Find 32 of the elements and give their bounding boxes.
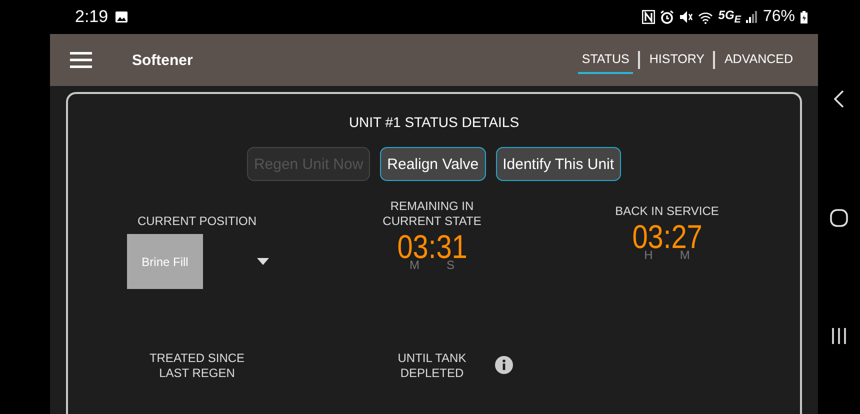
- home-icon[interactable]: [830, 208, 848, 227]
- timer-label: REMAINING IN CURRENT STATE: [382, 199, 482, 229]
- action-button[interactable]: Realign Valve: [380, 147, 486, 181]
- signal-icon: [746, 11, 758, 23]
- stat-label: TREATED SINCE LAST REGEN: [148, 351, 246, 381]
- timer-label: BACK IN SERVICE: [615, 204, 719, 219]
- tab[interactable]: STATUS: [578, 46, 634, 74]
- position-label: CURRENT POSITION: [137, 214, 257, 229]
- network-type: 5G$_{E}$: [718, 8, 741, 26]
- unit-label: H: [644, 249, 653, 261]
- card-title: UNIT #1 STATUS DETAILS: [348, 114, 520, 130]
- unit-label: M: [409, 259, 420, 271]
- alarm-icon: [660, 10, 674, 24]
- back-icon[interactable]: [834, 90, 844, 108]
- clock-time: 2:19: [75, 7, 108, 27]
- image-icon: [115, 11, 128, 23]
- battery-percent: 76%: [762, 8, 795, 26]
- unit-label: S: [446, 259, 454, 271]
- battery-icon: [800, 10, 808, 24]
- stat-label: UNTIL TANK DEPLETED: [396, 351, 468, 381]
- tab[interactable]: HISTORY: [645, 46, 708, 74]
- tab[interactable]: ADVANCED: [720, 46, 797, 74]
- unit-label: M: [680, 249, 690, 261]
- info-icon[interactable]: [495, 356, 513, 374]
- wifi-icon: [698, 10, 714, 24]
- menu-icon[interactable]: [70, 52, 92, 68]
- nfc-icon: [642, 10, 656, 24]
- mute-icon: [679, 10, 694, 24]
- recent-apps-icon[interactable]: [832, 328, 846, 344]
- caret-icon[interactable]: [257, 258, 269, 265]
- app-title: Softener: [132, 52, 193, 68]
- action-button[interactable]: Identify This Unit: [496, 147, 622, 181]
